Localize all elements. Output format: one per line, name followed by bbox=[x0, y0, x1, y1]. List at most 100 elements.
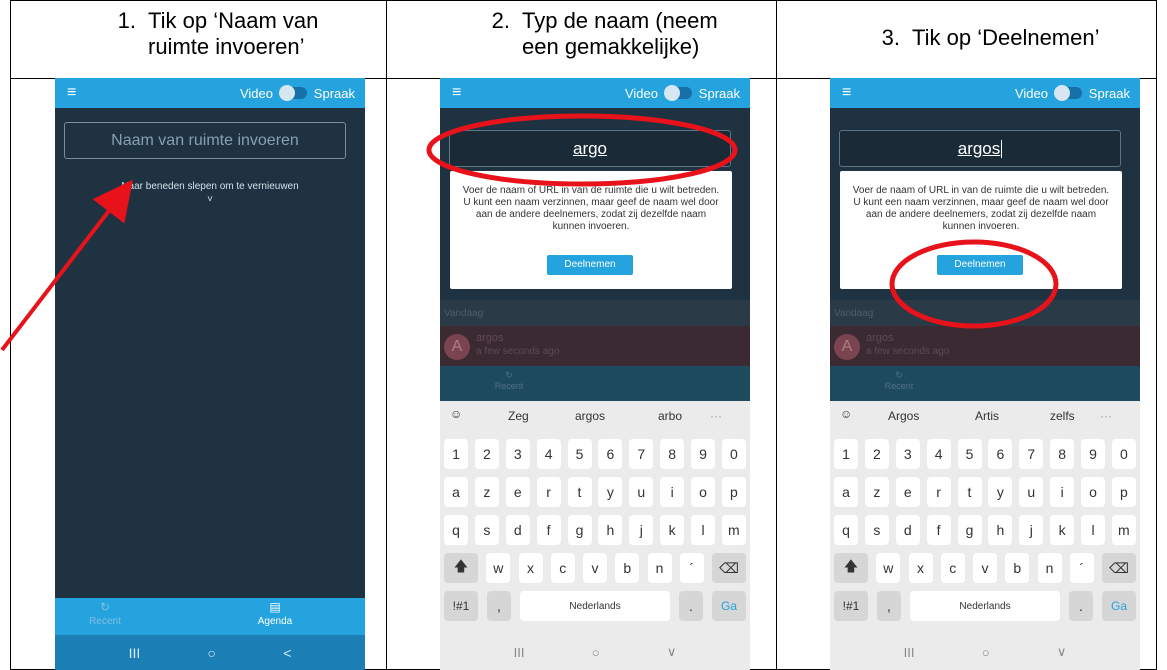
key[interactable]: y bbox=[988, 477, 1013, 507]
menu-icon[interactable]: ≡ bbox=[67, 84, 76, 102]
menu-icon[interactable]: ≡ bbox=[452, 84, 461, 102]
key[interactable]: r bbox=[536, 477, 561, 507]
key[interactable]: i bbox=[660, 477, 685, 507]
key[interactable]: 0 bbox=[1111, 439, 1136, 469]
key[interactable]: 6 bbox=[988, 439, 1013, 469]
key[interactable]: n bbox=[647, 553, 672, 583]
suggestion-item[interactable]: Artis bbox=[975, 409, 999, 423]
room-name-input[interactable]: argos bbox=[839, 130, 1121, 167]
key[interactable]: 3 bbox=[895, 439, 920, 469]
key[interactable]: z bbox=[474, 477, 499, 507]
period-key[interactable]: . bbox=[679, 591, 703, 621]
key[interactable]: q bbox=[444, 515, 468, 545]
key[interactable]: k bbox=[1050, 515, 1075, 545]
key[interactable]: r bbox=[926, 477, 951, 507]
home-button[interactable]: ○ bbox=[592, 645, 600, 660]
key[interactable]: h bbox=[988, 515, 1013, 545]
key[interactable]: s bbox=[474, 515, 499, 545]
video-voice-toggle[interactable] bbox=[279, 85, 307, 101]
video-voice-toggle[interactable] bbox=[664, 85, 692, 101]
more-suggestions-icon[interactable]: ··· bbox=[710, 409, 722, 423]
key[interactable]: e bbox=[505, 477, 530, 507]
key[interactable]: ´ bbox=[1069, 553, 1094, 583]
key[interactable]: ´ bbox=[679, 553, 704, 583]
tab-recent[interactable]: ↻ Recent bbox=[484, 370, 534, 391]
key[interactable]: u bbox=[1019, 477, 1044, 507]
key[interactable]: 9 bbox=[1081, 439, 1105, 469]
recents-button[interactable]: III bbox=[129, 645, 141, 661]
room-name-input[interactable]: argo bbox=[449, 130, 731, 167]
key[interactable]: p bbox=[721, 477, 746, 507]
key[interactable]: 8 bbox=[1050, 439, 1075, 469]
recent-room-row[interactable]: A argos a few seconds ago bbox=[830, 326, 1140, 366]
tab-recent[interactable]: ↻ Recent bbox=[874, 370, 924, 391]
key[interactable]: j bbox=[1019, 515, 1044, 545]
key[interactable]: 2 bbox=[474, 439, 499, 469]
recents-button[interactable]: III bbox=[514, 645, 525, 660]
key[interactable]: w bbox=[876, 553, 901, 583]
space-key[interactable]: Nederlands bbox=[910, 591, 1060, 621]
key[interactable]: z bbox=[864, 477, 889, 507]
key[interactable]: m bbox=[721, 515, 746, 545]
suggestion-item[interactable]: argos bbox=[575, 409, 605, 423]
key[interactable]: f bbox=[536, 515, 561, 545]
tab-recent[interactable]: ↻ Recent bbox=[55, 600, 155, 627]
key[interactable]: b bbox=[615, 553, 640, 583]
key[interactable]: 1 bbox=[444, 439, 468, 469]
period-key[interactable]: . bbox=[1069, 591, 1093, 621]
video-voice-toggle[interactable] bbox=[1054, 85, 1082, 101]
key[interactable]: d bbox=[505, 515, 530, 545]
key[interactable]: o bbox=[691, 477, 715, 507]
key[interactable]: d bbox=[895, 515, 920, 545]
back-button[interactable]: ∨ bbox=[1057, 644, 1067, 660]
key[interactable]: v bbox=[583, 553, 607, 583]
key[interactable]: 0 bbox=[721, 439, 746, 469]
key[interactable]: x bbox=[908, 553, 933, 583]
key[interactable]: q bbox=[834, 515, 858, 545]
key[interactable]: y bbox=[598, 477, 623, 507]
suggestion-item[interactable]: Argos bbox=[888, 409, 919, 423]
key[interactable]: 5 bbox=[567, 439, 592, 469]
key[interactable]: 7 bbox=[1019, 439, 1044, 469]
suggestion-item[interactable]: arbo bbox=[658, 409, 682, 423]
more-suggestions-icon[interactable]: ··· bbox=[1100, 409, 1112, 423]
key[interactable]: u bbox=[629, 477, 654, 507]
suggestion-item[interactable]: Zeg bbox=[508, 409, 529, 423]
key[interactable]: 4 bbox=[926, 439, 951, 469]
key[interactable]: 7 bbox=[629, 439, 654, 469]
key[interactable]: l bbox=[691, 515, 715, 545]
menu-icon[interactable]: ≡ bbox=[842, 84, 851, 102]
room-name-input[interactable]: Naam van ruimte invoeren bbox=[64, 122, 346, 159]
key[interactable]: 4 bbox=[536, 439, 561, 469]
key[interactable]: i bbox=[1050, 477, 1075, 507]
back-button[interactable]: ∨ bbox=[667, 644, 677, 660]
key[interactable]: p bbox=[1111, 477, 1136, 507]
key[interactable]: w bbox=[486, 553, 511, 583]
key[interactable]: c bbox=[550, 553, 575, 583]
key[interactable]: t bbox=[957, 477, 982, 507]
shift-key-icon[interactable]: 🡅 bbox=[444, 553, 478, 583]
symbols-key[interactable]: !#1 bbox=[834, 591, 868, 621]
key[interactable]: 1 bbox=[834, 439, 858, 469]
key[interactable]: 9 bbox=[691, 439, 715, 469]
join-button[interactable]: Deelnemen bbox=[937, 255, 1023, 275]
key[interactable]: 5 bbox=[957, 439, 982, 469]
key[interactable]: b bbox=[1005, 553, 1030, 583]
key[interactable]: l bbox=[1081, 515, 1105, 545]
comma-key[interactable]: , bbox=[877, 591, 901, 621]
key[interactable]: m bbox=[1111, 515, 1136, 545]
key[interactable]: 8 bbox=[660, 439, 685, 469]
backspace-key-icon[interactable]: ⌫ bbox=[712, 553, 746, 583]
shift-key-icon[interactable]: 🡅 bbox=[834, 553, 868, 583]
join-button[interactable]: Deelnemen bbox=[547, 255, 633, 275]
key[interactable]: 2 bbox=[864, 439, 889, 469]
backspace-key-icon[interactable]: ⌫ bbox=[1102, 553, 1136, 583]
key[interactable]: k bbox=[660, 515, 685, 545]
key[interactable]: s bbox=[864, 515, 889, 545]
key[interactable]: e bbox=[895, 477, 920, 507]
key[interactable]: f bbox=[926, 515, 951, 545]
key[interactable]: 6 bbox=[598, 439, 623, 469]
space-key[interactable]: Nederlands bbox=[520, 591, 670, 621]
back-button[interactable]: < bbox=[283, 645, 291, 661]
recent-room-row[interactable]: A argos a few seconds ago bbox=[440, 326, 750, 366]
